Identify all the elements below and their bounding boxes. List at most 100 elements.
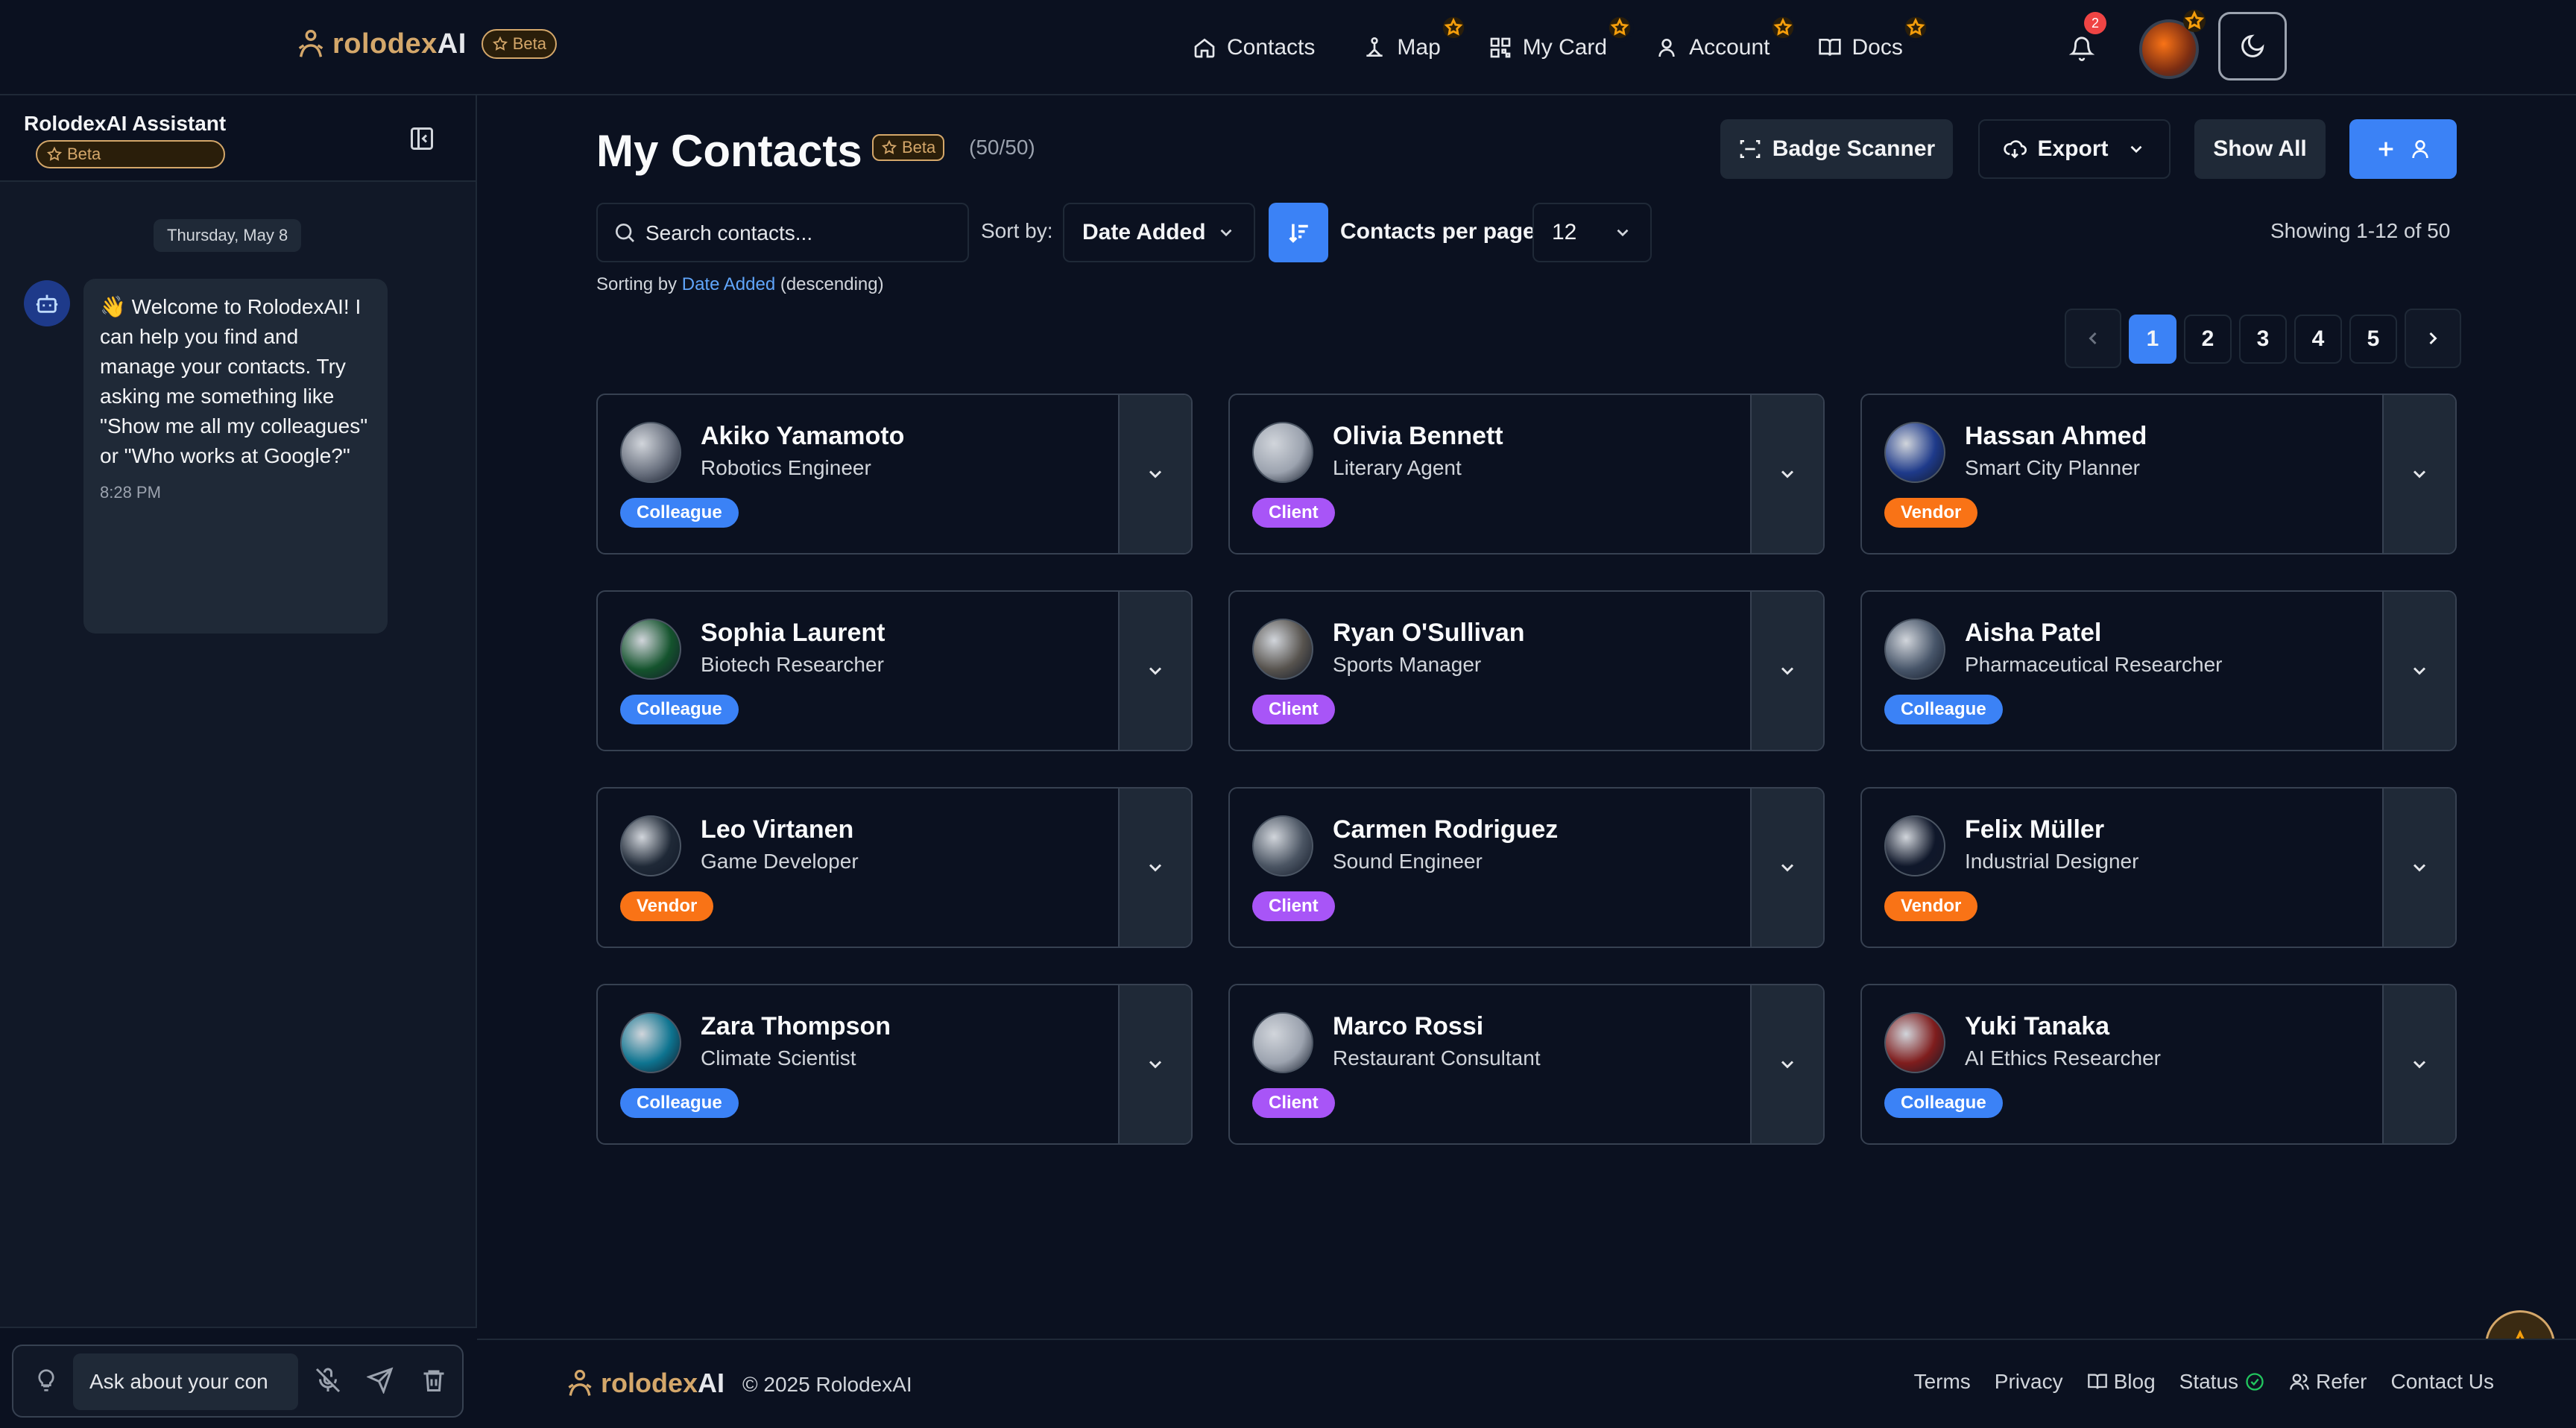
expand-card-button[interactable]	[1118, 592, 1191, 750]
contact-card[interactable]: Akiko Yamamoto Robotics Engineer Colleague	[596, 394, 1193, 555]
footer-link-contact-us[interactable]: Contact Us	[2391, 1370, 2495, 1394]
contact-role: AI Ethics Researcher	[1965, 1046, 2161, 1070]
footer-link-refer[interactable]: Refer	[2289, 1370, 2367, 1394]
nav-contacts[interactable]: Contacts	[1193, 25, 1315, 70]
chat-footer	[0, 1327, 477, 1428]
expand-card-button[interactable]	[2382, 789, 2455, 947]
expand-card-button[interactable]	[1750, 985, 1823, 1143]
export-button[interactable]: Export	[1978, 119, 2171, 179]
per-page-select[interactable]: 12	[1532, 203, 1652, 262]
contact-card[interactable]: Olivia Bennett Literary Agent Client	[1228, 394, 1825, 555]
assistant-message: 👋 Welcome to RolodexAI! I can help you f…	[83, 279, 388, 634]
main-nav: Contacts Map My Card Account Docs	[1193, 0, 1951, 95]
contact-card[interactable]: Zara Thompson Climate Scientist Colleague	[596, 984, 1193, 1145]
contact-card[interactable]: Felix Müller Industrial Designer Vendor	[1860, 787, 2457, 948]
expand-card-button[interactable]	[1750, 395, 1823, 553]
nav-my-card[interactable]: My Card	[1489, 15, 1635, 70]
nav-account[interactable]: Account	[1655, 15, 1797, 70]
contact-card-body[interactable]: Carmen Rodriguez Sound Engineer Client	[1230, 789, 1752, 947]
sorting-field-link: Date Added	[681, 274, 776, 294]
expand-card-button[interactable]	[2382, 985, 2455, 1143]
next-page-button[interactable]	[2405, 309, 2461, 368]
contact-card[interactable]: Yuki Tanaka AI Ethics Researcher Colleague	[1860, 984, 2457, 1145]
lightbulb-icon[interactable]	[34, 1368, 58, 1392]
page-button[interactable]: 2	[2184, 315, 2232, 364]
contact-card-body[interactable]: Marco Rossi Restaurant Consultant Client	[1230, 985, 1752, 1143]
contact-card[interactable]: Ryan O'Sullivan Sports Manager Client	[1228, 590, 1825, 751]
contact-card-body[interactable]: Zara Thompson Climate Scientist Colleague	[598, 985, 1120, 1143]
expand-card-button[interactable]	[1118, 395, 1191, 553]
contact-card[interactable]: Carmen Rodriguez Sound Engineer Client	[1228, 787, 1825, 948]
contact-card-body[interactable]: Yuki Tanaka AI Ethics Researcher Colleague	[1862, 985, 2384, 1143]
contact-card-body[interactable]: Aisha Patel Pharmaceutical Researcher Coll…	[1862, 592, 2384, 750]
send-icon[interactable]	[367, 1367, 394, 1394]
expand-card-button[interactable]	[2382, 395, 2455, 553]
footer-link-status[interactable]: Status	[2179, 1370, 2265, 1394]
contact-card-body[interactable]: Hassan Ahmed Smart City Planner Vendor	[1862, 395, 2384, 553]
page-button[interactable]: 4	[2294, 315, 2342, 364]
contact-card[interactable]: Leo Virtanen Game Developer Vendor	[596, 787, 1193, 948]
contact-card-body[interactable]: Akiko Yamamoto Robotics Engineer Colleague	[598, 395, 1120, 553]
page-button[interactable]: 1	[2129, 315, 2176, 364]
contact-card[interactable]: Sophia Laurent Biotech Researcher Colleagu…	[596, 590, 1193, 751]
footer-link-privacy[interactable]: Privacy	[1995, 1370, 2063, 1394]
notifications-button[interactable]: 2	[2068, 12, 2106, 64]
prev-page-button[interactable]	[2065, 309, 2121, 368]
search-icon	[616, 224, 634, 242]
mic-off-icon[interactable]	[315, 1367, 341, 1394]
contact-role: Climate Scientist	[701, 1046, 856, 1070]
chevron-down-icon	[1781, 470, 1794, 478]
contact-tag[interactable]: Colleague	[1884, 695, 2003, 724]
footer-link-terms[interactable]: Terms	[1914, 1370, 1971, 1394]
contact-card-body[interactable]: Ryan O'Sullivan Sports Manager Client	[1230, 592, 1752, 750]
search-input[interactable]	[645, 215, 959, 252]
contact-tag[interactable]: Client	[1252, 695, 1335, 724]
collapse-sidebar-icon[interactable]	[408, 125, 435, 152]
page-button[interactable]: 3	[2239, 315, 2287, 364]
add-contact-button[interactable]	[2349, 119, 2457, 179]
contact-card[interactable]: Marco Rossi Restaurant Consultant Client	[1228, 984, 1825, 1145]
contact-card[interactable]: Hassan Ahmed Smart City Planner Vendor	[1860, 394, 2457, 555]
theme-toggle-button[interactable]	[2218, 12, 2287, 80]
expand-card-button[interactable]	[1118, 985, 1191, 1143]
badge-scanner-button[interactable]: Badge Scanner	[1720, 119, 1953, 179]
page-button[interactable]: 5	[2349, 315, 2397, 364]
book-icon	[1818, 39, 1841, 56]
expand-card-button[interactable]	[1750, 789, 1823, 947]
contact-card-body[interactable]: Olivia Bennett Literary Agent Client	[1230, 395, 1752, 553]
contact-tag[interactable]: Client	[1252, 1088, 1335, 1118]
footer-link-blog[interactable]: Blog	[2087, 1370, 2156, 1394]
expand-card-button[interactable]	[1750, 592, 1823, 750]
sort-select[interactable]: Date Added	[1063, 203, 1255, 262]
contact-tag[interactable]: Colleague	[1884, 1088, 2003, 1118]
contact-card[interactable]: Aisha Patel Pharmaceutical Researcher Coll…	[1860, 590, 2457, 751]
showing-range: Showing 1-12 of 50	[2270, 219, 2451, 242]
contact-tag[interactable]: Colleague	[620, 498, 739, 528]
contact-tag[interactable]: Client	[1252, 891, 1335, 921]
check-circle-icon	[2246, 1373, 2264, 1391]
contact-count: (50/50)	[969, 136, 1035, 159]
contact-card-body[interactable]: Sophia Laurent Biotech Researcher Colleagu…	[598, 592, 1120, 750]
expand-card-button[interactable]	[2382, 592, 2455, 750]
contact-tag[interactable]: Vendor	[620, 891, 714, 921]
contact-card-body[interactable]: Felix Müller Industrial Designer Vendor	[1862, 789, 2384, 947]
contact-tag[interactable]: Colleague	[620, 695, 739, 724]
star-icon	[492, 36, 508, 51]
contact-avatar	[1252, 815, 1313, 876]
nav-docs[interactable]: Docs	[1818, 15, 1930, 70]
title-beta-badge: Beta	[872, 134, 945, 161]
trash-icon[interactable]	[420, 1367, 447, 1394]
nav-map[interactable]: Map	[1363, 15, 1468, 70]
contact-tag[interactable]: Client	[1252, 498, 1335, 528]
contact-tag[interactable]: Vendor	[1884, 498, 1978, 528]
contact-tag[interactable]: Vendor	[1884, 891, 1978, 921]
footer-brand[interactable]: rolodexAI	[564, 1367, 724, 1400]
chat-input[interactable]	[73, 1353, 298, 1410]
sort-direction-button[interactable]	[1269, 203, 1328, 262]
brand[interactable]: rolodexAI Beta	[294, 27, 558, 61]
contact-role: Pharmaceutical Researcher	[1965, 653, 2223, 676]
contact-tag[interactable]: Colleague	[620, 1088, 739, 1118]
show-all-button[interactable]: Show All	[2194, 119, 2326, 179]
expand-card-button[interactable]	[1118, 789, 1191, 947]
contact-card-body[interactable]: Leo Virtanen Game Developer Vendor	[598, 789, 1120, 947]
